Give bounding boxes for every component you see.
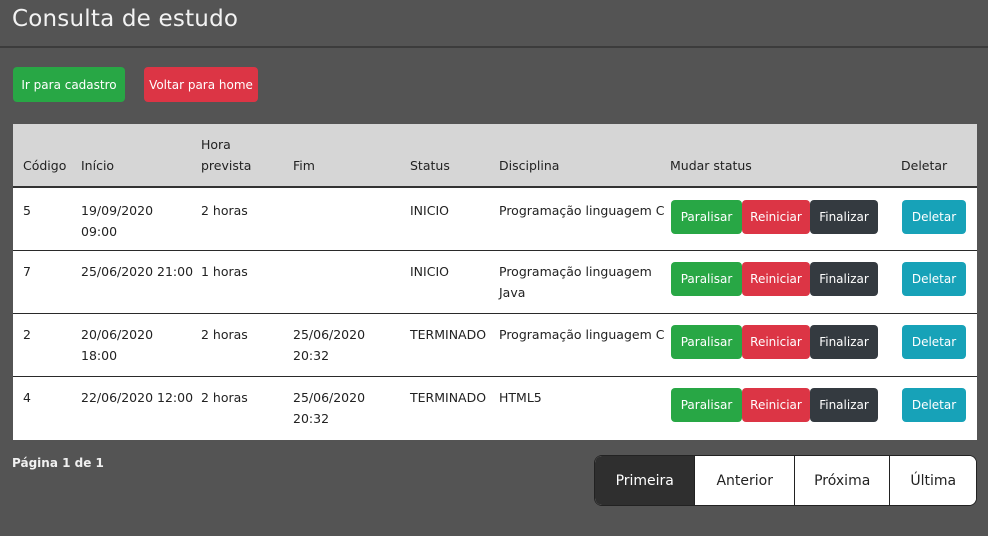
cell-inicio-time: 18:00 [81,348,118,363]
cell-inicio: 19/09/2020 [81,203,154,218]
cell-codigo: 7 [23,264,31,279]
reiniciar-button[interactable]: Reiniciar [742,325,810,359]
col-header-mudar-status: Mudar status [670,158,752,173]
back-home-button[interactable]: Voltar para home [144,67,258,102]
deletar-button[interactable]: Deletar [902,200,966,234]
cell-codigo: 2 [23,327,31,342]
reiniciar-button[interactable]: Reiniciar [742,200,810,234]
paralisar-button[interactable]: Paralisar [671,200,742,234]
cell-codigo: 4 [23,390,31,405]
reiniciar-button[interactable]: Reiniciar [742,262,810,296]
col-header-hora-2: prevista [201,158,252,173]
cell-hora: 2 horas [201,327,248,342]
deletar-button[interactable]: Deletar [902,262,966,296]
cell-disciplina: Programação linguagem C [499,203,665,218]
col-header-inicio: Início [81,158,115,173]
cell-hora: 2 horas [201,390,248,405]
cell-inicio: 22/06/2020 12:00 [81,390,194,405]
cell-fim: 25/06/2020 [293,390,366,405]
cell-inicio: 20/06/2020 [81,327,154,342]
go-to-cadastro-button[interactable]: Ir para cadastro [13,67,125,102]
table-row: 2 20/06/2020 18:00 2 horas 25/06/2020 20… [13,314,977,377]
first-page-button[interactable]: Primeira [595,456,695,505]
cell-disciplina: Programação linguagem C [499,327,665,342]
col-header-codigo: Código [23,158,67,173]
pagination: Primeira Anterior Próxima Última [594,455,977,506]
pagination-info: Página 1 de 1 [12,456,104,470]
table-header: Código Início Hora prevista Fim Status D… [13,124,977,188]
cell-fim: 25/06/2020 [293,327,366,342]
reiniciar-button[interactable]: Reiniciar [742,388,810,422]
page-title: Consulta de estudo [12,6,239,32]
paralisar-button[interactable]: Paralisar [671,262,742,296]
paralisar-button[interactable]: Paralisar [671,325,742,359]
col-header-fim: Fim [293,158,315,173]
cell-hora: 2 horas [201,203,248,218]
finalizar-button[interactable]: Finalizar [810,200,878,234]
table-row: 5 19/09/2020 09:00 2 horas INICIO Progra… [13,188,977,251]
finalizar-button[interactable]: Finalizar [810,262,878,296]
col-header-deletar: Deletar [901,158,948,173]
paralisar-button[interactable]: Paralisar [671,388,742,422]
cell-fim-time: 20:32 [293,411,330,426]
cell-inicio-time: 09:00 [81,224,118,239]
cell-disciplina: Programação linguagem [499,264,652,279]
table-row: 7 25/06/2020 21:00 1 horas INICIO Progra… [13,251,977,314]
cell-status: TERMINADO [410,327,487,342]
cell-fim-time: 20:32 [293,348,330,363]
deletar-button[interactable]: Deletar [902,388,966,422]
cell-hora: 1 horas [201,264,248,279]
deletar-button[interactable]: Deletar [902,325,966,359]
cell-codigo: 5 [23,203,31,218]
cell-status: INICIO [410,264,449,279]
cell-disciplina: HTML5 [499,390,542,405]
col-header-status: Status [410,158,450,173]
cell-status: TERMINADO [410,390,487,405]
finalizar-button[interactable]: Finalizar [810,388,878,422]
cell-disciplina-2: Java [499,285,526,300]
previous-page-button[interactable]: Anterior [694,456,794,505]
next-page-button[interactable]: Próxima [793,456,890,505]
col-header-disciplina: Disciplina [499,158,560,173]
finalizar-button[interactable]: Finalizar [810,325,878,359]
col-header-hora-1: Hora [201,137,231,152]
cell-status: INICIO [410,203,449,218]
page-header: Consulta de estudo [0,0,988,48]
cell-inicio: 25/06/2020 21:00 [81,264,194,279]
last-page-button[interactable]: Última [889,456,976,505]
table-row: 4 22/06/2020 12:00 2 horas 25/06/2020 20… [13,377,977,440]
study-table: Código Início Hora prevista Fim Status D… [13,124,977,440]
